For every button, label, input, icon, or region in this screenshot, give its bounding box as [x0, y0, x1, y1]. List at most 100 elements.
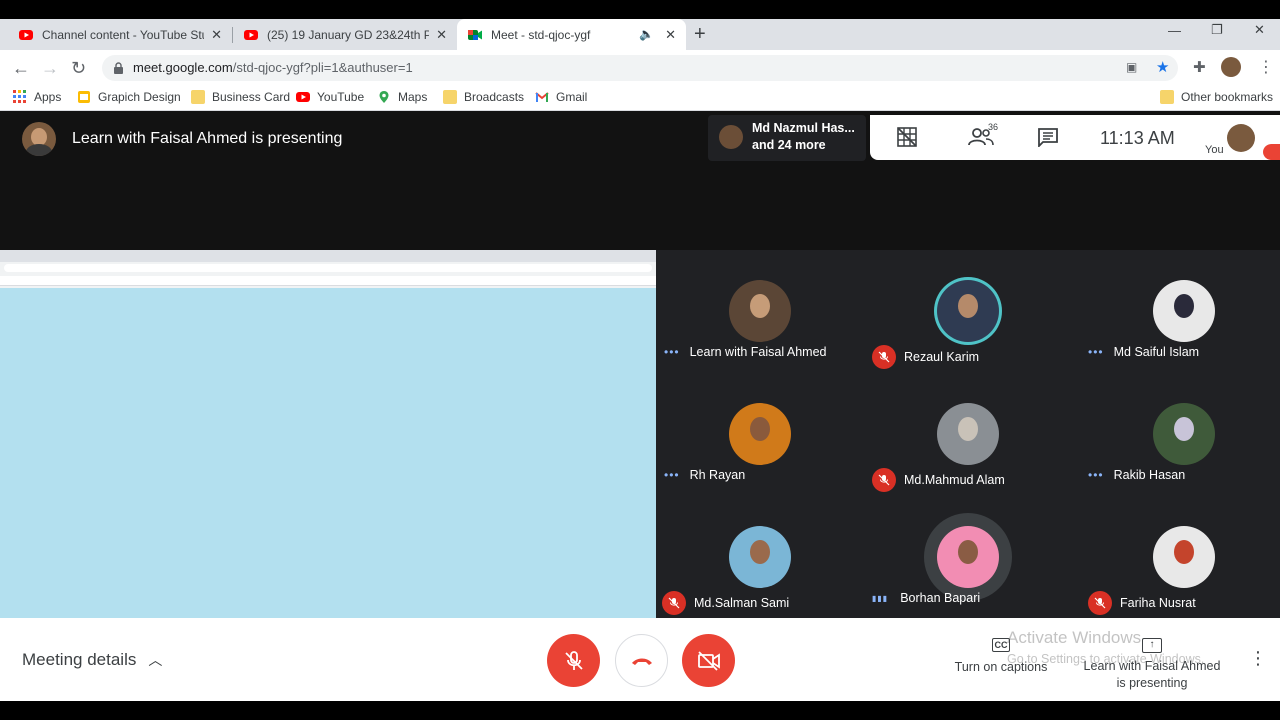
address-bar-row: ← → ↻ meet.google.com/std-qjoc-ygf?pli=1… — [0, 50, 1280, 85]
captions-button[interactable]: CC Turn on captions — [951, 638, 1051, 674]
speaker-icon[interactable]: 🔈 — [639, 27, 654, 41]
chat-icon[interactable] — [1038, 128, 1058, 147]
maps-icon — [379, 91, 389, 103]
layout-off-icon[interactable] — [897, 127, 917, 147]
self-avatar[interactable] — [1227, 124, 1255, 152]
participant-avatar — [1153, 280, 1215, 342]
bookmark-apps[interactable]: Apps — [13, 90, 61, 104]
shared-screen-browser-chrome — [0, 250, 656, 288]
bookmark-youtube[interactable]: YouTube — [296, 90, 364, 104]
close-icon[interactable]: ✕ — [436, 27, 447, 43]
forward-button[interactable]: → — [41, 58, 59, 79]
restore-button[interactable]: ❐ — [1211, 22, 1223, 38]
participant-tile-faisal[interactable]: ••• Learn with Faisal Ahmed — [656, 250, 864, 372]
omnibox[interactable]: meet.google.com/std-qjoc-ygf?pli=1&authu… — [102, 55, 1178, 81]
participant-avatar — [729, 280, 791, 342]
meeting-clock: 11:13 AM — [1100, 128, 1175, 148]
participant-name: Fariha Nusrat — [1120, 596, 1196, 610]
tab-title: (25) 19 January GD 23&24th Plat — [267, 27, 429, 42]
participant-tile-rayan[interactable]: ••• Rh Rayan — [656, 373, 864, 495]
bookmark-label: Maps — [398, 90, 428, 104]
pinned-more: and 24 more — [752, 138, 826, 152]
bookmark-broadcasts[interactable]: Broadcasts — [443, 90, 524, 104]
participant-tile-borhan[interactable]: ▮▮▮ Borhan Bapari — [864, 496, 1072, 618]
audio-dots-icon: ••• — [664, 468, 680, 482]
participant-tile-salman[interactable]: Md.Salman Sami — [656, 496, 864, 618]
back-button[interactable]: ← — [12, 58, 30, 79]
avatar-face — [750, 294, 770, 318]
tab-title: Channel content - YouTube Studi — [42, 27, 204, 42]
participant-tile-rakib[interactable]: ••• Rakib Hasan — [1072, 373, 1280, 495]
profile-avatar[interactable] — [1221, 57, 1241, 77]
mic-muted-indicator — [1263, 144, 1280, 160]
tab-title: Meet - std-qjoc-ygf — [491, 27, 591, 42]
participant-avatar — [937, 526, 999, 588]
avatar-face — [1174, 540, 1194, 564]
participant-name-row: ••• Md Saiful Islam — [1088, 345, 1199, 359]
url-host: meet.google.com — [133, 60, 233, 75]
tab-meet[interactable]: Meet - std-qjoc-ygf 🔈 ✕ — [457, 19, 686, 50]
avatar-face — [750, 540, 770, 564]
youtube-icon — [19, 29, 33, 40]
screen-top-border — [0, 0, 1280, 19]
you-label: You — [1205, 144, 1224, 156]
participants-button[interactable]: 36 — [968, 122, 998, 152]
bookmark-business-card[interactable]: Business Card — [191, 90, 290, 104]
participant-name: Rakib Hasan — [1113, 468, 1186, 482]
bookmark-star-icon[interactable]: ★ — [1156, 58, 1169, 76]
participant-name: Md.Mahmud Alam — [904, 473, 1005, 487]
browser-menu-icon[interactable]: ⋮ — [1258, 57, 1274, 77]
meet-icon — [468, 29, 482, 40]
participant-avatar — [1153, 526, 1215, 588]
reload-button[interactable]: ↻ — [71, 58, 86, 79]
avatar-face — [1174, 417, 1194, 441]
participant-tile-rezaul[interactable]: Rezaul Karim — [864, 250, 1072, 372]
extensions-icon[interactable]: ✚ — [1193, 58, 1206, 76]
participant-tile-saiful[interactable]: ••• Md Saiful Islam — [1072, 250, 1280, 372]
present-button[interactable]: ↑ Learn with Faisal Ahmed is presenting — [1078, 638, 1226, 690]
more-options-icon[interactable]: ⋮ — [1249, 648, 1267, 669]
close-icon[interactable]: ✕ — [211, 27, 222, 43]
shared-screen — [0, 250, 656, 618]
meet-main: Learn with Faisal Ahmed is presenting Md… — [0, 111, 1280, 701]
participant-tile-fariha[interactable]: Fariha Nusrat — [1072, 496, 1280, 618]
tab-youtube-video[interactable]: (25) 19 January GD 23&24th Plat ✕ — [225, 19, 457, 50]
folder-icon — [443, 90, 457, 104]
meeting-details-button[interactable]: Meeting details ︿ — [22, 650, 162, 670]
participant-grid: ••• Learn with Faisal Ahmed Rezaul Karim ••… — [656, 250, 1280, 618]
chevron-up-icon: ︿ — [148, 652, 163, 668]
url-path: /std-qjoc-ygf?pli=1&authuser=1 — [232, 60, 413, 75]
bookmark-other[interactable]: Other bookmarks — [1160, 90, 1273, 104]
participant-avatar — [729, 403, 791, 465]
mic-toggle-button[interactable] — [547, 634, 600, 687]
speaking-indicator-icon: ▮▮▮ — [872, 593, 889, 603]
participant-name: Borhan Bapari — [900, 591, 981, 605]
pinned-participants-chip[interactable]: Md Nazmul Has... and 24 more — [708, 115, 866, 161]
close-icon[interactable]: ✕ — [665, 27, 676, 43]
present-screen-icon: ↑ — [1142, 638, 1162, 653]
minimize-button[interactable]: — — [1168, 23, 1181, 38]
cc-icon: CC — [992, 638, 1010, 652]
tab-strip: Channel content - YouTube Studi ✕ (25) 1… — [0, 19, 1280, 50]
bookmark-grapich-design[interactable]: Grapich Design — [77, 90, 181, 104]
meet-bottom-bar: Meeting details ︿ Activate Windows Go to… — [0, 618, 1280, 701]
leave-call-button[interactable] — [615, 634, 668, 687]
mic-off-icon — [872, 468, 896, 492]
bookmark-label: Apps — [34, 90, 62, 104]
camera-blocked-icon[interactable]: ▣ — [1126, 60, 1137, 74]
participant-name: Md Saiful Islam — [1113, 345, 1200, 359]
new-tab-button[interactable]: + — [694, 23, 706, 46]
bookmark-label: Other bookmarks — [1181, 90, 1274, 104]
bookmark-gmail[interactable]: Gmail — [535, 90, 587, 104]
apps-grid-icon — [13, 90, 26, 103]
participant-avatar — [1153, 403, 1215, 465]
participant-avatar — [729, 526, 791, 588]
window-close-button[interactable]: ✕ — [1254, 22, 1265, 38]
participant-tile-mahmud[interactable]: Md.Mahmud Alam — [864, 373, 1072, 495]
participant-name: Rezaul Karim — [904, 350, 980, 364]
mic-off-icon — [1088, 591, 1112, 615]
camera-toggle-button[interactable] — [682, 634, 735, 687]
bookmark-maps[interactable]: Maps — [377, 90, 427, 104]
tab-youtube-studio[interactable]: Channel content - YouTube Studi ✕ — [0, 19, 232, 50]
captions-label: Turn on captions — [954, 660, 1048, 674]
